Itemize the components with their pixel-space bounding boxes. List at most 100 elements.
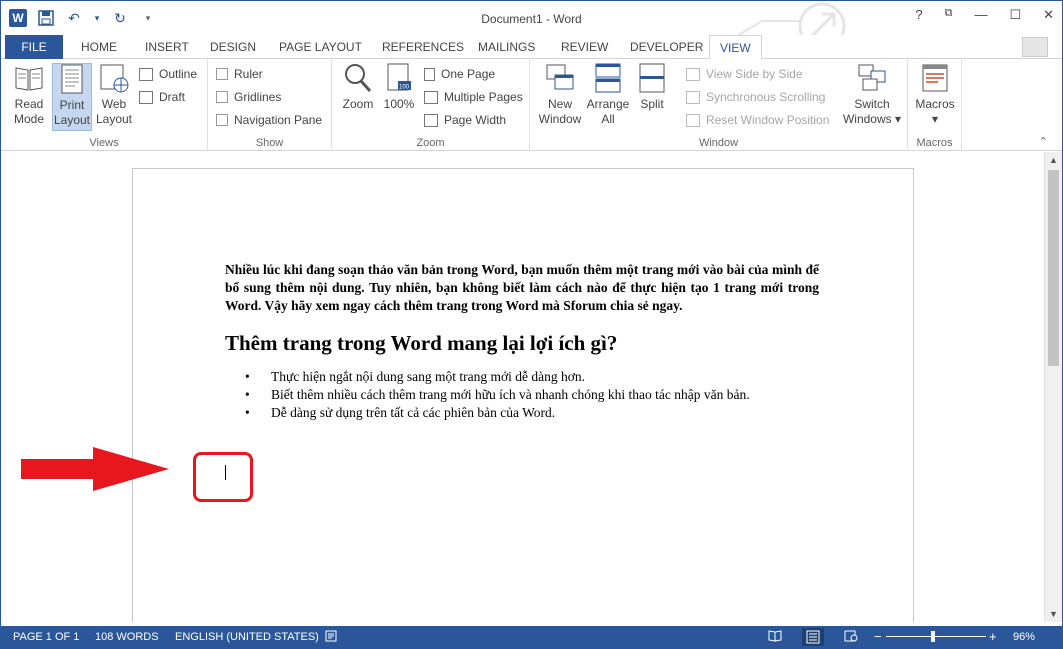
gridlines-checkbox-box[interactable] [216,91,228,103]
zoom-slider-thumb[interactable] [931,631,935,642]
tab-design[interactable]: DESIGN [200,35,266,59]
intro-paragraph[interactable]: Nhiều lúc khi đang soạn thảo văn bản tro… [225,261,819,315]
tab-review[interactable]: REVIEW [551,35,618,59]
ruler-label: Ruler [234,67,263,81]
macros-group: Macros ▾ Macros [908,59,962,151]
ruler-checkbox[interactable]: Ruler [216,64,263,84]
window-title: Document1 - Word [481,12,582,26]
word-window: W ↶ ▾ ↻ ▾ Document1 - Word ? ⧉ — ☐ ✕ FIL… [0,0,1063,649]
macros-label: Macros ▾ [915,97,955,126]
scroll-thumb[interactable] [1048,170,1059,366]
zoom-in-button[interactable]: + [989,629,997,644]
list-item[interactable]: Biết thêm nhiều cách thêm trang mới hữu … [225,386,819,404]
zoom-100-label: 100% [383,97,415,111]
account-avatar[interactable] [1022,37,1048,57]
new-window-label: New Window [538,97,582,126]
proofing-icon[interactable] [325,630,337,645]
multiple-pages-icon [424,90,438,104]
close-button[interactable]: ✕ [1043,7,1054,23]
magnifier-icon [342,63,374,93]
scroll-up-icon[interactable]: ▲ [1045,152,1062,168]
zoom-button[interactable]: Zoom [338,63,378,131]
macros-button[interactable]: Macros ▾ [912,63,958,131]
page-count[interactable]: PAGE 1 OF 1 [13,631,79,643]
synchronous-scrolling-button[interactable]: Synchronous Scrolling [686,87,825,107]
show-group: Ruler Gridlines Navigation Pane Show [208,59,332,151]
navigation-pane-checkbox-box[interactable] [216,114,228,126]
arrange-all-icon [592,63,624,93]
outline-button[interactable]: Outline [139,64,197,84]
scroll-down-icon[interactable]: ▼ [1045,606,1062,622]
web-page-icon [98,63,130,93]
read-mode-label: Read Mode [13,97,45,126]
macros-group-label: Macros [916,137,953,149]
list-item[interactable]: Thực hiện ngắt nội dung sang một trang m… [225,368,819,386]
new-window-icon [544,63,576,93]
web-layout-view-icon[interactable] [844,630,858,645]
page-icon [56,64,88,94]
read-mode-button[interactable]: Read Mode [9,63,49,131]
view-side-by-side-button[interactable]: View Side by Side [686,64,803,84]
web-layout-label: Web Layout [95,97,133,126]
tab-file[interactable]: FILE [5,35,63,59]
synchronous-scrolling-label: Synchronous Scrolling [706,90,826,104]
view-side-by-side-label: View Side by Side [706,67,803,81]
document-page[interactable]: Nhiều lúc khi đang soạn thảo văn bản tro… [132,168,914,622]
page-width-label: Page Width [444,113,507,127]
new-window-button[interactable]: New Window [536,63,584,131]
tab-insert[interactable]: INSERT [135,35,199,59]
gridlines-label: Gridlines [234,90,282,104]
arrange-all-button[interactable]: Arrange All [586,63,630,131]
navigation-pane-label: Navigation Pane [234,113,323,127]
tab-mailings[interactable]: MAILINGS [468,35,545,59]
minimize-button[interactable]: — [974,7,987,23]
print-layout-button[interactable]: Print Layout [52,63,92,131]
maximize-button[interactable]: ☐ [1009,7,1021,23]
page-width-button[interactable]: Page Width [424,110,506,130]
language-indicator[interactable]: ENGLISH (UNITED STATES) [175,631,319,643]
list-item[interactable]: Dễ dàng sử dụng trên tất cả các phiên bả… [225,404,819,422]
tab-home[interactable]: HOME [71,35,127,59]
ribbon-display-options-icon[interactable]: ⧉ [945,7,953,23]
split-icon [636,63,668,93]
zoom-out-button[interactable]: − [874,629,882,644]
one-page-button[interactable]: One Page [424,64,495,84]
tab-view[interactable]: VIEW [709,35,762,60]
document-content[interactable]: Nhiều lúc khi đang soạn thảo văn bản tro… [225,261,819,422]
ruler-checkbox-box[interactable] [216,68,228,80]
multiple-pages-button[interactable]: Multiple Pages [424,87,523,107]
gridlines-checkbox[interactable]: Gridlines [216,87,281,107]
title-bar: W ↶ ▾ ↻ ▾ Document1 - Word ? ⧉ — ☐ ✕ [1,1,1062,52]
multiple-pages-label: Multiple Pages [444,90,523,104]
help-button[interactable]: ? [915,7,922,23]
arrange-all-label: Arrange All [586,97,630,126]
collapse-ribbon-icon[interactable]: ⌃ [1039,135,1048,148]
tab-references[interactable]: REFERENCES [372,35,474,59]
print-layout-view-icon[interactable] [802,628,824,646]
sync-scroll-icon [686,90,700,104]
web-layout-button[interactable]: Web Layout [94,63,134,131]
document-area[interactable]: Nhiều lúc khi đang soạn thảo văn bản tro… [1,152,1046,622]
page-width-icon [424,113,438,127]
word-count[interactable]: 108 WORDS [95,631,159,643]
draft-label: Draft [159,90,186,104]
zoom-level[interactable]: 96% [1013,631,1035,643]
zoom-group-label: Zoom [416,137,445,149]
read-mode-view-icon[interactable] [768,630,782,645]
zoom-100-button[interactable]: 100 100% [379,63,419,131]
zoom-100-icon: 100 [383,63,415,93]
section-heading[interactable]: Thêm trang trong Word mang lại lợi ích g… [225,330,819,356]
draft-button[interactable]: Draft [139,87,185,107]
reset-window-icon [686,113,700,127]
bullet-list: Thực hiện ngắt nội dung sang một trang m… [225,368,819,422]
tab-developer[interactable]: DEVELOPER [620,35,713,59]
print-layout-label: Print Layout [53,98,91,127]
vertical-scrollbar[interactable]: ▲ ▼ [1044,152,1062,622]
switch-windows-button[interactable]: Switch Windows ▾ [840,63,904,131]
split-button[interactable]: Split [632,63,672,131]
navigation-pane-checkbox[interactable]: Navigation Pane [216,110,322,130]
reset-window-position-button[interactable]: Reset Window Position [686,110,829,130]
status-bar: PAGE 1 OF 1 108 WORDS ENGLISH (UNITED ST… [1,626,1062,648]
tab-page-layout[interactable]: PAGE LAYOUT [269,35,372,59]
zoom-slider-track[interactable] [886,636,986,637]
